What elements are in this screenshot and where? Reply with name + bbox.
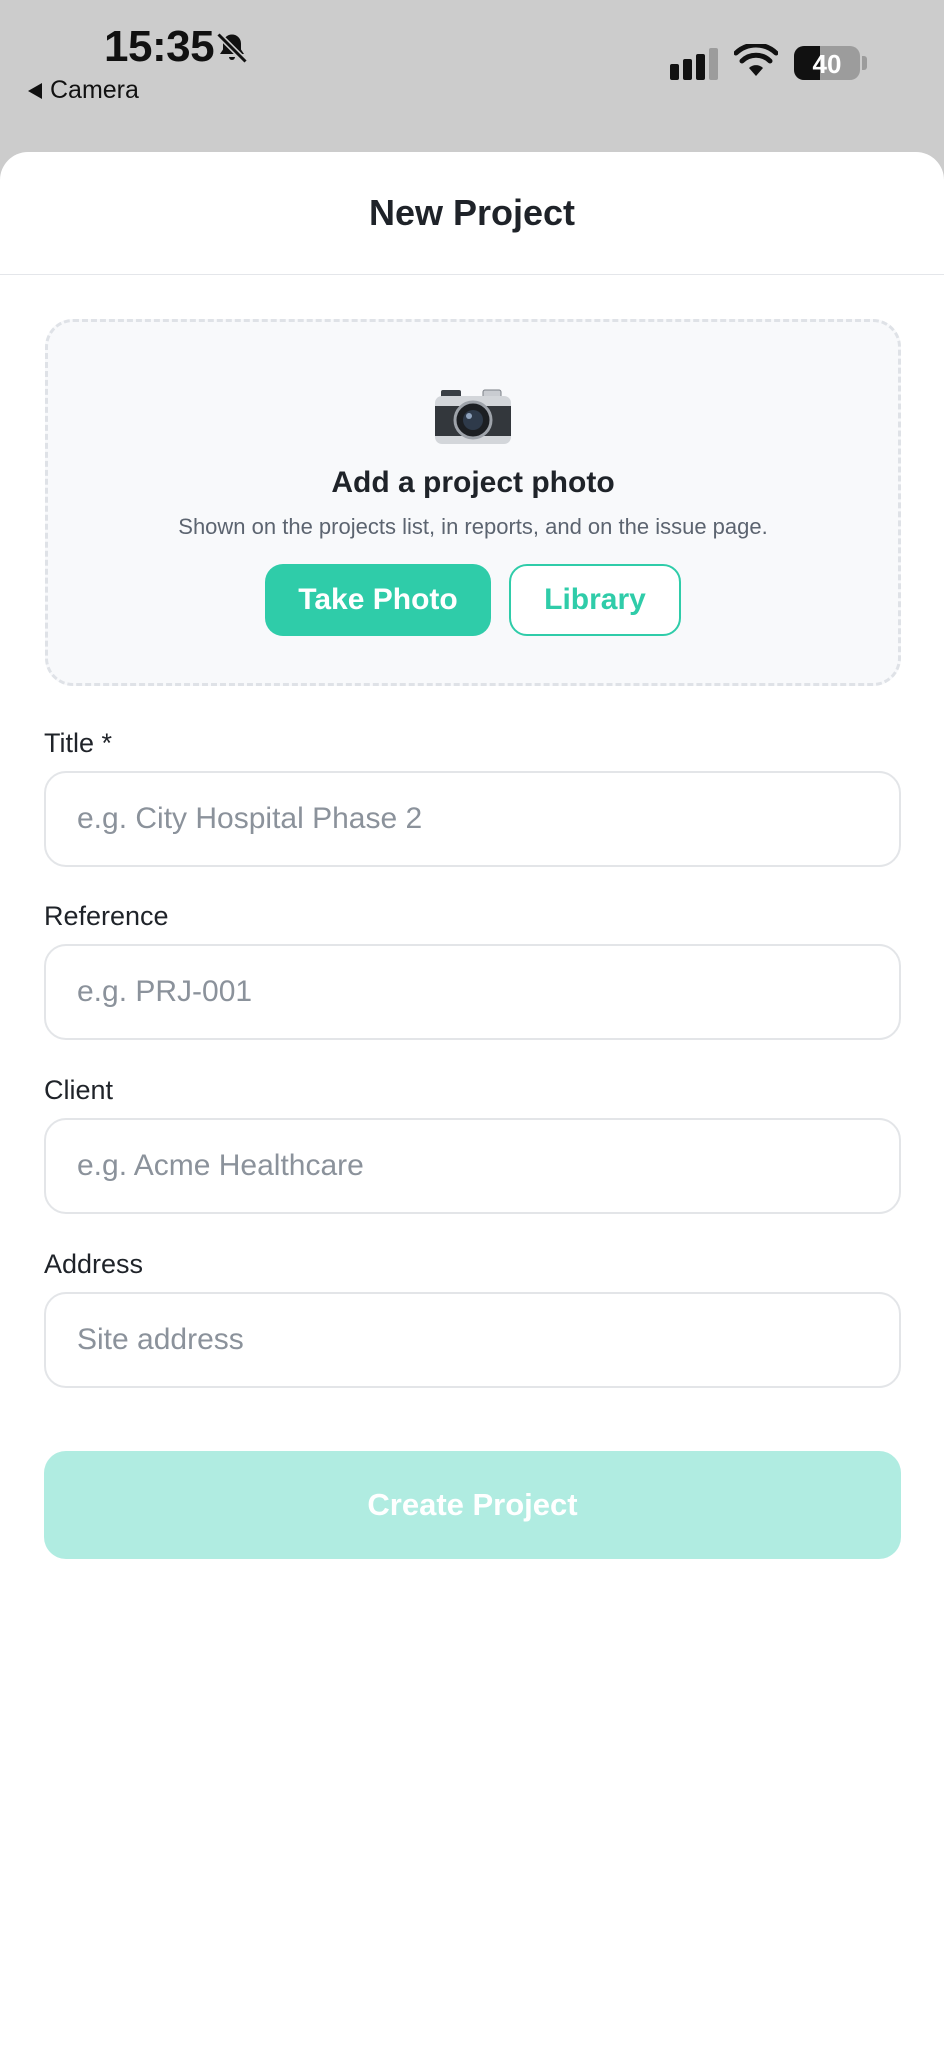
- status-time: 15:35: [104, 22, 215, 71]
- title-input[interactable]: [44, 771, 901, 867]
- battery-icon: 40: [794, 46, 860, 80]
- photo-upload-card: Add a project photo Shown on the project…: [45, 319, 901, 686]
- new-project-sheet: New Project Add a project photo Shown on…: [0, 152, 944, 2048]
- address-label: Address: [44, 1249, 144, 1279]
- page-title: New Project: [368, 192, 576, 233]
- create-project-button[interactable]: Create Project: [44, 1451, 901, 1559]
- photo-card-title: Add a project photo: [331, 466, 615, 499]
- take-photo-button[interactable]: Take Photo: [265, 564, 491, 636]
- client-label: Client: [44, 1075, 114, 1105]
- back-to-camera-link[interactable]: Camera: [28, 76, 139, 105]
- status-bar: 15:35 Camera 40: [0, 0, 944, 152]
- cellular-signal-icon: [670, 48, 718, 80]
- photo-actions: Take Photo Library: [265, 564, 681, 636]
- sheet-header: New Project: [0, 152, 944, 275]
- back-arrow-icon: [28, 82, 42, 99]
- photo-card-subtitle: Shown on the projects list, in reports, …: [178, 514, 768, 539]
- title-label: Title *: [44, 728, 113, 758]
- reference-input[interactable]: [44, 944, 901, 1040]
- wifi-icon: [734, 44, 778, 76]
- reference-label: Reference: [44, 901, 169, 931]
- camera-icon: [435, 389, 511, 444]
- client-input[interactable]: [44, 1118, 901, 1214]
- bell-slash-icon: [216, 32, 248, 64]
- battery-level: 40: [812, 49, 842, 79]
- battery-nub: [862, 56, 867, 70]
- address-input[interactable]: [44, 1292, 901, 1388]
- back-label: Camera: [50, 76, 139, 104]
- library-button[interactable]: Library: [509, 564, 681, 636]
